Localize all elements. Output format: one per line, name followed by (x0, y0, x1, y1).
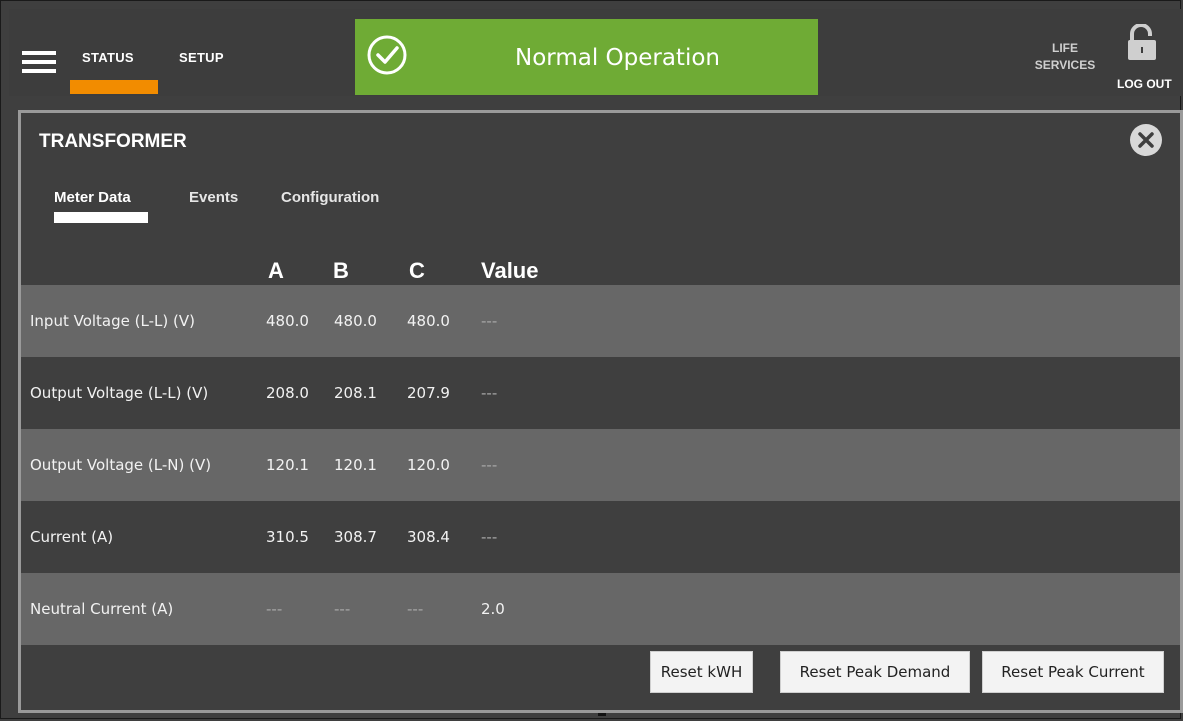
cell-b: 480.0 (334, 312, 377, 330)
row-label: Neutral Current (A) (30, 600, 174, 618)
cell-c: 308.4 (407, 528, 450, 546)
cell-b: 120.1 (334, 456, 377, 474)
nav-tab-setup[interactable]: SETUP (179, 50, 224, 65)
cell-a: --- (266, 600, 283, 618)
cell-c: --- (407, 600, 424, 618)
cell-c: 207.9 (407, 384, 450, 402)
top-bar: STATUS SETUP Normal Operation LIFE SERVI… (9, 9, 1183, 96)
cell-a: 208.0 (266, 384, 309, 402)
cell-a: 120.1 (266, 456, 309, 474)
cell-a: 310.5 (266, 528, 309, 546)
cell-a: 480.0 (266, 312, 309, 330)
table-row: Current (A) 310.5 308.7 308.4 --- (21, 501, 1180, 573)
cell-c: 120.0 (407, 456, 450, 474)
cell-value: 2.0 (481, 600, 505, 618)
row-label: Current (A) (30, 528, 114, 546)
logout-button[interactable]: LOG OUT (1117, 77, 1172, 91)
nav-tab-status[interactable]: STATUS (82, 50, 134, 65)
row-label: Input Voltage (L-L) (V) (30, 312, 195, 330)
table-row: Output Voltage (L-N) (V) 120.1 120.1 120… (21, 429, 1180, 501)
row-label: Output Voltage (L-L) (V) (30, 384, 209, 402)
column-header-b: B (333, 258, 349, 283)
table-row: Output Voltage (L-L) (V) 208.0 208.1 207… (21, 357, 1180, 429)
cell-value: --- (481, 528, 498, 546)
cell-b: 308.7 (334, 528, 377, 546)
resize-handle[interactable] (598, 713, 606, 716)
active-nav-indicator (70, 80, 158, 94)
column-header-value: Value (481, 258, 539, 283)
panel-title: TRANSFORMER (39, 131, 187, 152)
column-header-a: A (268, 258, 284, 283)
tab-meter-data[interactable]: Meter Data (54, 189, 131, 206)
tab-configuration[interactable]: Configuration (281, 189, 379, 206)
table-row: Neutral Current (A) --- --- --- 2.0 (21, 573, 1180, 645)
cell-value: --- (481, 384, 498, 402)
tab-events[interactable]: Events (189, 189, 238, 206)
cell-c: 480.0 (407, 312, 450, 330)
reset-kwh-button[interactable]: Reset kWH (650, 651, 753, 693)
reset-peak-demand-button[interactable]: Reset Peak Demand (780, 651, 970, 693)
close-circle-icon (1138, 132, 1154, 148)
close-button[interactable] (1130, 124, 1162, 156)
check-circle-icon (367, 35, 407, 75)
reset-peak-current-button[interactable]: Reset Peak Current (982, 651, 1164, 693)
status-banner: Normal Operation (355, 19, 818, 95)
table-row: Input Voltage (L-L) (V) 480.0 480.0 480.… (21, 285, 1180, 357)
unlocked-padlock-icon[interactable] (1126, 24, 1158, 62)
hamburger-menu-icon[interactable] (22, 51, 56, 73)
life-services-link[interactable]: LIFE SERVICES (1025, 40, 1105, 74)
cell-value: --- (481, 312, 498, 330)
status-text: Normal Operation (515, 45, 720, 71)
column-header-c: C (409, 258, 425, 283)
cell-b: --- (334, 600, 351, 618)
cell-b: 208.1 (334, 384, 377, 402)
row-label: Output Voltage (L-N) (V) (30, 456, 212, 474)
transformer-panel: TRANSFORMER Meter Data Events Configurat… (18, 110, 1183, 713)
active-tab-indicator (54, 212, 148, 223)
cell-value: --- (481, 456, 498, 474)
